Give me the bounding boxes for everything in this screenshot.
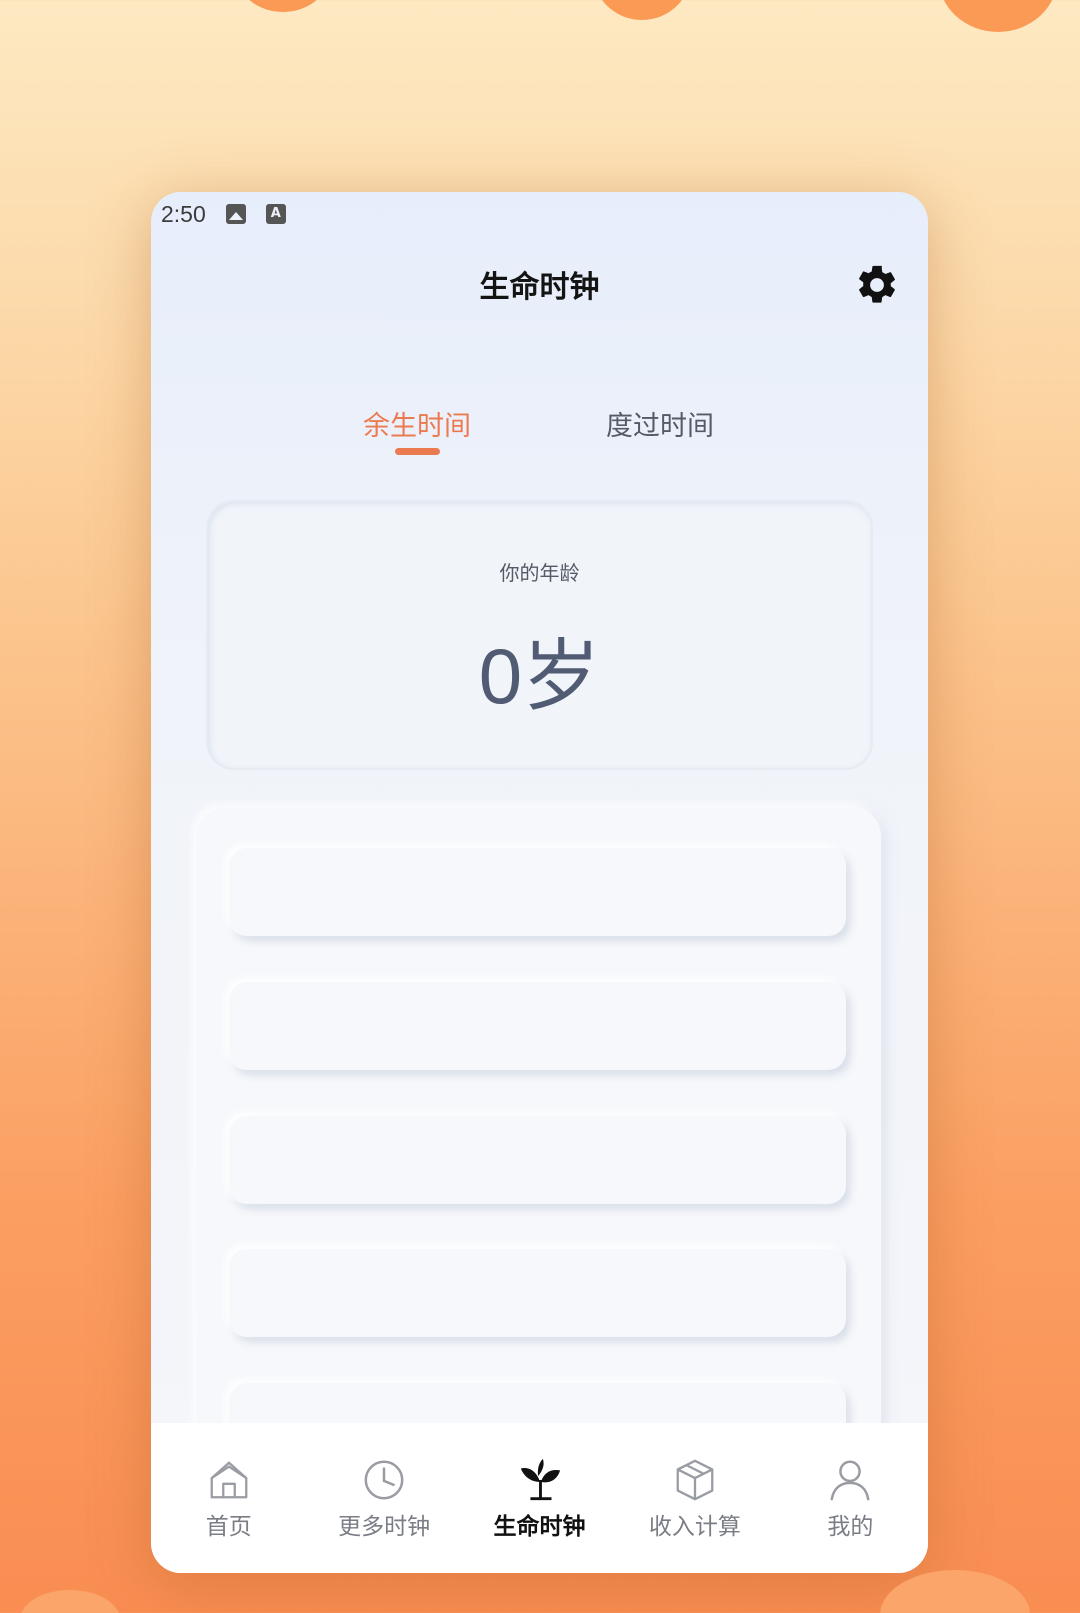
background-blob	[938, 0, 1058, 32]
nav-label-home: 首页	[205, 1514, 252, 1540]
sprout-icon	[520, 1458, 560, 1501]
image-icon	[225, 204, 246, 224]
box-icon	[676, 1459, 714, 1501]
status-time: 2:50	[161, 200, 206, 227]
nav-item-more-clocks[interactable]: 更多时钟	[306, 1423, 461, 1541]
background-blob	[20, 1590, 120, 1613]
list-item[interactable]	[229, 1249, 846, 1337]
background-blob	[880, 1570, 1030, 1613]
background-blob	[592, 0, 692, 20]
clock-icon	[364, 1460, 404, 1500]
phone-screen: 2:50 A 生命时钟 余生时间 度过时间 你的年龄 0岁 首页 更多时钟 生命…	[151, 192, 928, 1573]
home-icon	[210, 1461, 248, 1499]
age-card: 你的年龄 0岁	[206, 500, 873, 770]
background-blob	[238, 0, 328, 12]
list-item[interactable]	[229, 848, 846, 936]
nav-label-more-clocks: 更多时钟	[338, 1514, 431, 1540]
nav-item-mine[interactable]: 我的	[773, 1423, 928, 1541]
age-value: 0岁	[478, 632, 601, 720]
user-icon	[830, 1460, 870, 1501]
nav-item-life-clock[interactable]: 生命时钟	[462, 1423, 617, 1541]
font-icon: A	[265, 204, 286, 224]
tab-elapsed-time[interactable]: 度过时间	[606, 404, 714, 443]
nav-label-income-calc: 收入计算	[648, 1514, 741, 1540]
tab-remaining-time[interactable]: 余生时间	[363, 404, 471, 443]
gear-icon[interactable]	[854, 262, 900, 308]
nav-item-income-calc[interactable]: 收入计算	[617, 1423, 772, 1541]
nav-item-home[interactable]: 首页	[151, 1423, 306, 1541]
nav-label-mine: 我的	[827, 1514, 874, 1540]
page-title: 生命时钟	[479, 270, 600, 305]
bottom-nav: 首页 更多时钟 生命时钟 收入计算 我的	[151, 1423, 928, 1573]
list-item[interactable]	[229, 1116, 846, 1204]
list-item[interactable]	[229, 982, 846, 1070]
tab-active-indicator	[395, 448, 440, 455]
age-label: 你的年龄	[499, 561, 580, 585]
status-bar: 2:50 A	[161, 200, 286, 228]
nav-label-life-clock: 生命时钟	[493, 1514, 586, 1540]
